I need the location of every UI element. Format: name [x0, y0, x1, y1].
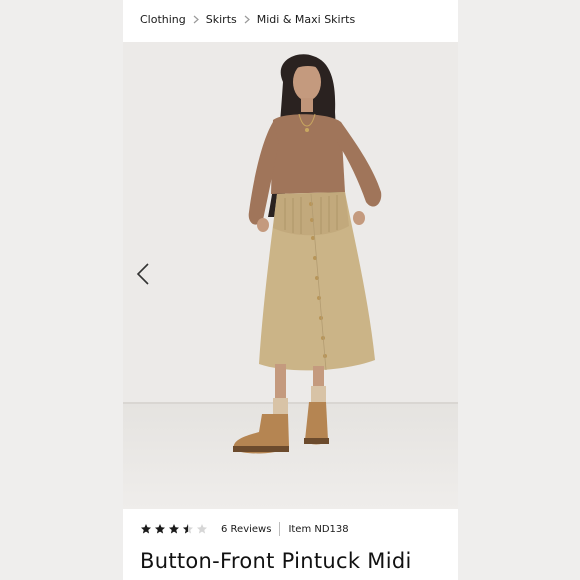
- left-backdrop: [0, 0, 123, 580]
- right-backdrop: [458, 0, 580, 580]
- rating-row: 6 Reviews Item ND138: [140, 520, 349, 538]
- item-number: Item ND138: [288, 523, 349, 535]
- star-half-icon: [182, 523, 194, 535]
- breadcrumb: Clothing Skirts Midi & Maxi Skirts: [140, 10, 355, 28]
- product-title: Button-Front Pintuck Midi: [140, 549, 412, 573]
- product-page: Clothing Skirts Midi & Maxi Skirts 6 Rev…: [123, 0, 458, 580]
- reviews-link[interactable]: 6 Reviews: [221, 524, 271, 535]
- breadcrumb-midi-maxi-skirts[interactable]: Midi & Maxi Skirts: [257, 13, 355, 26]
- star-empty-icon: [196, 523, 208, 535]
- breadcrumb-clothing[interactable]: Clothing: [140, 13, 186, 26]
- product-image[interactable]: [123, 42, 458, 509]
- divider: [279, 522, 281, 536]
- star-filled-icon: [168, 523, 180, 535]
- model-figure: [233, 54, 382, 454]
- star-rating[interactable]: [140, 523, 208, 535]
- star-filled-icon: [154, 523, 166, 535]
- star-filled-icon: [140, 523, 152, 535]
- breadcrumb-skirts[interactable]: Skirts: [206, 13, 237, 26]
- chevron-right-icon: [244, 15, 250, 24]
- chevron-right-icon: [193, 15, 199, 24]
- chevron-left-icon: [136, 263, 150, 289]
- previous-image-button[interactable]: [131, 262, 155, 290]
